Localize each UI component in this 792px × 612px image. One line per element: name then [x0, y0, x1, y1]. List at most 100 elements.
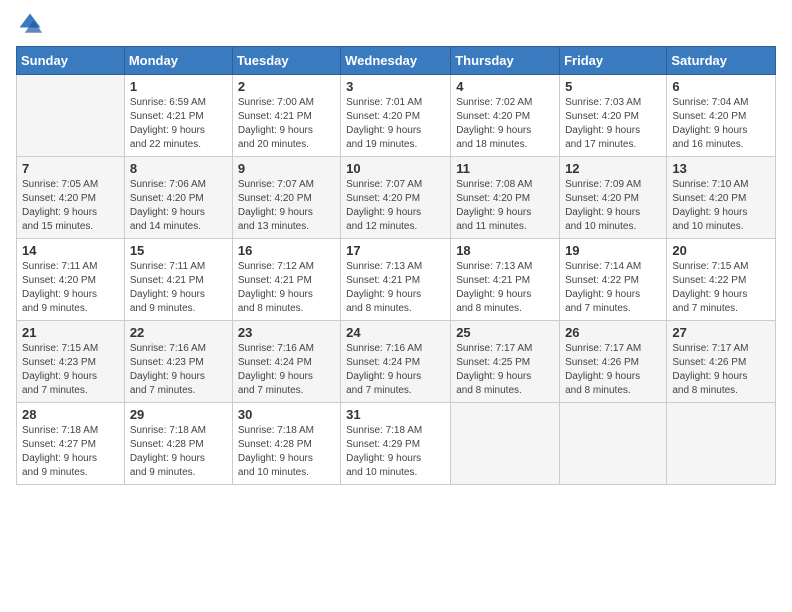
calendar-cell: 20Sunrise: 7:15 AM Sunset: 4:22 PM Dayli… [667, 239, 776, 321]
day-number: 7 [22, 161, 119, 176]
header-tuesday: Tuesday [232, 47, 340, 75]
day-number: 30 [238, 407, 335, 422]
calendar-cell [560, 403, 667, 485]
logo-icon [16, 10, 44, 38]
calendar-week-row: 7 Sunrise: 7:05 AM Sunset: 4:20 PM Daylig… [17, 157, 776, 239]
day-info: Sunrise: 7:16 AM Sunset: 4:23 PM Dayligh… [130, 342, 227, 398]
day-number: 26 [565, 325, 661, 340]
day-info: Sunrise: 7:14 AM Sunset: 4:22 PM Dayligh… [565, 260, 661, 316]
header-saturday: Saturday [667, 47, 776, 75]
day-info: Sunrise: 7:17 AM Sunset: 4:26 PM Dayligh… [672, 342, 770, 398]
calendar-cell: 31 Sunrise: 7:18 AM Sunset: 4:29 PM Dayli… [341, 403, 451, 485]
calendar-week-row: 14 Sunrise: 7:11 AM Sunset: 4:20 PM Dayli… [17, 239, 776, 321]
day-info: Sunrise: 7:05 AM Sunset: 4:20 PM Dayligh… [22, 178, 119, 234]
logo [16, 10, 48, 38]
day-info: Sunrise: 7:04 AM Sunset: 4:20 PM Dayligh… [672, 96, 770, 152]
day-number: 28 [22, 407, 119, 422]
day-number: 11 [456, 161, 554, 176]
day-info: Sunrise: 7:15 AM Sunset: 4:23 PM Dayligh… [22, 342, 119, 398]
day-number: 19 [565, 243, 661, 258]
day-info: Sunrise: 7:12 AM Sunset: 4:21 PM Dayligh… [238, 260, 335, 316]
day-number: 4 [456, 79, 554, 94]
calendar-cell: 16Sunrise: 7:12 AM Sunset: 4:21 PM Dayli… [232, 239, 340, 321]
calendar-cell: 3 Sunrise: 7:01 AM Sunset: 4:20 PM Daylig… [341, 75, 451, 157]
day-info: Sunrise: 7:03 AM Sunset: 4:20 PM Dayligh… [565, 96, 661, 152]
calendar-cell: 13 Sunrise: 7:10 AM Sunset: 4:20 PM Dayli… [667, 157, 776, 239]
day-info: Sunrise: 7:17 AM Sunset: 4:25 PM Dayligh… [456, 342, 554, 398]
day-info: Sunrise: 7:11 AM Sunset: 4:20 PM Dayligh… [22, 260, 119, 316]
day-number: 8 [130, 161, 227, 176]
calendar-cell: 23 Sunrise: 7:16 AM Sunset: 4:24 PM Dayli… [232, 321, 340, 403]
calendar-cell: 15Sunrise: 7:11 AM Sunset: 4:21 PM Dayli… [124, 239, 232, 321]
day-info: Sunrise: 7:16 AM Sunset: 4:24 PM Dayligh… [238, 342, 335, 398]
day-info: Sunrise: 7:01 AM Sunset: 4:20 PM Dayligh… [346, 96, 445, 152]
calendar-cell: 30 Sunrise: 7:18 AM Sunset: 4:28 PM Dayli… [232, 403, 340, 485]
day-number: 10 [346, 161, 445, 176]
calendar-week-row: 21Sunrise: 7:15 AM Sunset: 4:23 PM Dayli… [17, 321, 776, 403]
calendar-cell: 26 Sunrise: 7:17 AM Sunset: 4:26 PM Dayli… [560, 321, 667, 403]
day-number: 3 [346, 79, 445, 94]
calendar-cell: 2 Sunrise: 7:00 AM Sunset: 4:21 PM Daylig… [232, 75, 340, 157]
day-info: Sunrise: 7:10 AM Sunset: 4:20 PM Dayligh… [672, 178, 770, 234]
day-info: Sunrise: 7:13 AM Sunset: 4:21 PM Dayligh… [346, 260, 445, 316]
day-info: Sunrise: 7:07 AM Sunset: 4:20 PM Dayligh… [346, 178, 445, 234]
calendar-cell: 1 Sunrise: 6:59 AM Sunset: 4:21 PM Daylig… [124, 75, 232, 157]
calendar-cell: 27Sunrise: 7:17 AM Sunset: 4:26 PM Dayli… [667, 321, 776, 403]
calendar-cell: 4Sunrise: 7:02 AM Sunset: 4:20 PM Daylig… [451, 75, 560, 157]
day-info: Sunrise: 7:15 AM Sunset: 4:22 PM Dayligh… [672, 260, 770, 316]
calendar-week-row: 28 Sunrise: 7:18 AM Sunset: 4:27 PM Dayli… [17, 403, 776, 485]
day-info: Sunrise: 6:59 AM Sunset: 4:21 PM Dayligh… [130, 96, 227, 152]
day-number: 15 [130, 243, 227, 258]
day-info: Sunrise: 7:16 AM Sunset: 4:24 PM Dayligh… [346, 342, 445, 398]
calendar-cell: 12 Sunrise: 7:09 AM Sunset: 4:20 PM Dayli… [560, 157, 667, 239]
calendar-cell: 9 Sunrise: 7:07 AM Sunset: 4:20 PM Daylig… [232, 157, 340, 239]
day-number: 24 [346, 325, 445, 340]
calendar-cell: 21Sunrise: 7:15 AM Sunset: 4:23 PM Dayli… [17, 321, 125, 403]
calendar-cell: 17 Sunrise: 7:13 AM Sunset: 4:21 PM Dayli… [341, 239, 451, 321]
day-info: Sunrise: 7:00 AM Sunset: 4:21 PM Dayligh… [238, 96, 335, 152]
day-number: 31 [346, 407, 445, 422]
calendar-cell: 29 Sunrise: 7:18 AM Sunset: 4:28 PM Dayli… [124, 403, 232, 485]
day-number: 5 [565, 79, 661, 94]
day-info: Sunrise: 7:18 AM Sunset: 4:28 PM Dayligh… [238, 424, 335, 480]
day-number: 17 [346, 243, 445, 258]
calendar-cell: 5 Sunrise: 7:03 AM Sunset: 4:20 PM Daylig… [560, 75, 667, 157]
calendar-cell: 22 Sunrise: 7:16 AM Sunset: 4:23 PM Dayli… [124, 321, 232, 403]
day-number: 1 [130, 79, 227, 94]
calendar-cell [17, 75, 125, 157]
calendar-cell: 8 Sunrise: 7:06 AM Sunset: 4:20 PM Daylig… [124, 157, 232, 239]
header-sunday: Sunday [17, 47, 125, 75]
calendar-cell: 10 Sunrise: 7:07 AM Sunset: 4:20 PM Dayli… [341, 157, 451, 239]
header-thursday: Thursday [451, 47, 560, 75]
day-number: 29 [130, 407, 227, 422]
calendar-cell: 28 Sunrise: 7:18 AM Sunset: 4:27 PM Dayli… [17, 403, 125, 485]
day-info: Sunrise: 7:18 AM Sunset: 4:27 PM Dayligh… [22, 424, 119, 480]
day-info: Sunrise: 7:18 AM Sunset: 4:29 PM Dayligh… [346, 424, 445, 480]
day-number: 25 [456, 325, 554, 340]
calendar: SundayMondayTuesdayWednesdayThursdayFrid… [16, 46, 776, 485]
day-number: 22 [130, 325, 227, 340]
calendar-cell: 19 Sunrise: 7:14 AM Sunset: 4:22 PM Dayli… [560, 239, 667, 321]
day-number: 13 [672, 161, 770, 176]
day-info: Sunrise: 7:17 AM Sunset: 4:26 PM Dayligh… [565, 342, 661, 398]
day-number: 2 [238, 79, 335, 94]
calendar-cell: 14 Sunrise: 7:11 AM Sunset: 4:20 PM Dayli… [17, 239, 125, 321]
day-number: 6 [672, 79, 770, 94]
day-info: Sunrise: 7:07 AM Sunset: 4:20 PM Dayligh… [238, 178, 335, 234]
day-number: 14 [22, 243, 119, 258]
day-number: 18 [456, 243, 554, 258]
day-number: 23 [238, 325, 335, 340]
calendar-header-row: SundayMondayTuesdayWednesdayThursdayFrid… [17, 47, 776, 75]
day-info: Sunrise: 7:09 AM Sunset: 4:20 PM Dayligh… [565, 178, 661, 234]
calendar-cell: 25 Sunrise: 7:17 AM Sunset: 4:25 PM Dayli… [451, 321, 560, 403]
day-info: Sunrise: 7:06 AM Sunset: 4:20 PM Dayligh… [130, 178, 227, 234]
day-number: 12 [565, 161, 661, 176]
calendar-cell: 24 Sunrise: 7:16 AM Sunset: 4:24 PM Dayli… [341, 321, 451, 403]
header-wednesday: Wednesday [341, 47, 451, 75]
day-info: Sunrise: 7:18 AM Sunset: 4:28 PM Dayligh… [130, 424, 227, 480]
calendar-cell: 11Sunrise: 7:08 AM Sunset: 4:20 PM Dayli… [451, 157, 560, 239]
header-friday: Friday [560, 47, 667, 75]
calendar-cell: 6 Sunrise: 7:04 AM Sunset: 4:20 PM Daylig… [667, 75, 776, 157]
day-number: 9 [238, 161, 335, 176]
calendar-cell [667, 403, 776, 485]
